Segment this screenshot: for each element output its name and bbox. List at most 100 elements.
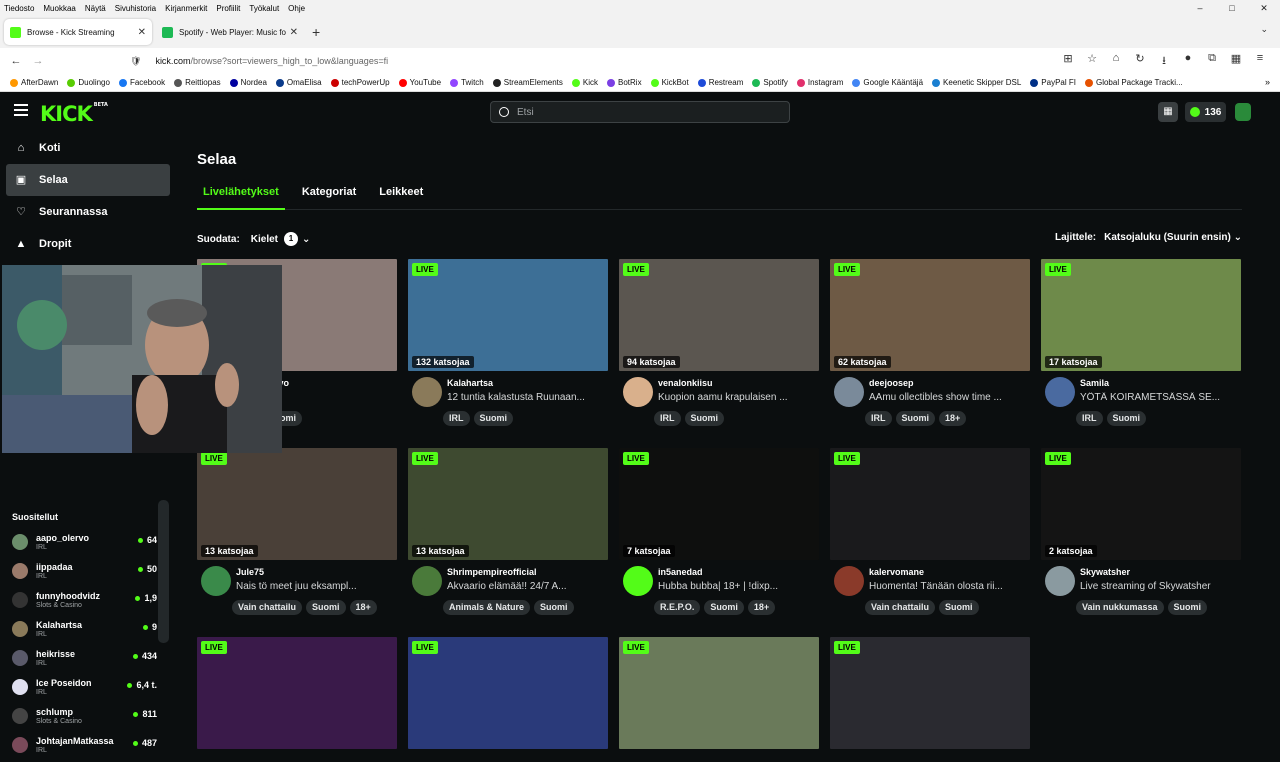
suggested-channel[interactable]: Kalahartsa IRL 9 xyxy=(12,617,157,646)
tag-chip[interactable]: Suomi xyxy=(306,600,346,615)
channel-name[interactable]: kalervomane xyxy=(869,567,924,577)
stream-thumbnail[interactable]: LIVE 17 katsojaa xyxy=(1041,259,1241,371)
stream-card[interactable]: LIVE 132 katsojaa Kalahartsa 12 tuntia kala… xyxy=(408,259,608,431)
tag-chip[interactable]: 18+ xyxy=(349,600,377,615)
bookmark-item[interactable]: Kick xyxy=(571,78,598,87)
reload-icon[interactable]: ↻ xyxy=(1128,52,1152,71)
tag-chip[interactable]: Suomi xyxy=(939,600,979,615)
stream-card[interactable]: LIVE xyxy=(408,637,608,749)
sidebar-item-drops[interactable]: ▲ Dropit xyxy=(6,228,170,260)
bookmark-item[interactable]: OmaElisa xyxy=(275,78,322,87)
menu-item-2[interactable]: Näytä xyxy=(85,4,106,13)
tag-chip[interactable]: Suomi xyxy=(895,411,936,426)
stream-card[interactable]: LIVE 17 katsojaa Samila YÖTÄ KOIRAMETSÄSSÄ … xyxy=(1041,259,1241,431)
stream-thumbnail[interactable]: LIVE 7 katsojaa xyxy=(619,448,819,560)
tag-chip[interactable]: 18+ xyxy=(939,411,967,426)
stream-card[interactable]: LIVE 62 katsojaa deejoosep AAmu ollectibles… xyxy=(830,259,1030,431)
language-filter-dropdown[interactable]: Kielet 1 ⌄ xyxy=(251,232,310,246)
stream-title[interactable]: Nais tö meet juu eksampl... xyxy=(236,581,396,592)
stream-thumbnail[interactable]: LIVE 94 katsojaa xyxy=(619,259,819,371)
tag-chip[interactable]: 18+ xyxy=(747,600,776,615)
suggested-channel[interactable]: Ice Poseidon IRL 6,4 t. xyxy=(12,675,157,704)
bookmark-item[interactable]: Facebook xyxy=(118,78,165,87)
stream-card[interactable]: LIVE 13 katsojaa Jule75 Nais tö meet juu ek… xyxy=(197,448,397,620)
bookmark-item[interactable]: Keenetic Skipper DSL xyxy=(932,78,1021,87)
bookmark-item[interactable]: techPowerUp xyxy=(330,78,390,87)
tag-chip[interactable]: Suomi xyxy=(1106,411,1147,426)
hamburger-menu-icon[interactable] xyxy=(14,104,28,116)
kick-logo[interactable]: KICK BETA xyxy=(40,102,108,126)
tag-chip[interactable]: Vain chattailu xyxy=(865,600,936,615)
star-icon[interactable]: ☆ xyxy=(1080,52,1104,71)
tab-0[interactable]: Livelähetykset xyxy=(197,180,285,210)
channel-avatar[interactable] xyxy=(412,566,442,596)
tag-chip[interactable]: Vain nukkumassa xyxy=(1076,600,1164,615)
sidebar-scrollbar[interactable] xyxy=(158,500,169,643)
back-icon[interactable]: ← xyxy=(8,55,24,67)
stream-card[interactable]: LIVE kalervomane Huomenta! Tänään olosta r… xyxy=(830,448,1030,620)
tag-chip[interactable]: Suomi xyxy=(1167,600,1208,615)
bookmark-item[interactable]: AfterDawn xyxy=(10,78,58,87)
menu-item-1[interactable]: Muokkaa xyxy=(43,4,75,13)
channel-name[interactable]: Kalahartsa xyxy=(447,378,493,388)
menu-item-5[interactable]: Profiilit xyxy=(216,4,240,13)
stream-thumbnail[interactable]: LIVE xyxy=(619,637,819,749)
tag-chip[interactable]: Suomi xyxy=(534,600,574,615)
bookmark-item[interactable]: StreamElements xyxy=(492,78,563,87)
channel-avatar[interactable] xyxy=(623,377,653,407)
address-bar[interactable]: 🛡 kick.com/browse?sort=viewers_high_to_l… xyxy=(130,52,1030,70)
stream-thumbnail[interactable]: LIVE 13 katsojaa xyxy=(408,448,608,560)
bookmark-item[interactable]: Instagram xyxy=(796,78,843,87)
stream-thumbnail[interactable]: LIVE xyxy=(830,448,1030,560)
bookmark-item[interactable]: Reittiopas xyxy=(174,78,221,87)
suggested-channel[interactable]: funnyhoodvidz Slots & Casino 1,9 xyxy=(12,588,157,617)
suggested-channel[interactable]: aapo_olervo IRL 64 xyxy=(12,530,157,559)
maximize-icon[interactable]: □ xyxy=(1216,0,1248,16)
stream-card[interactable]: LIVE xyxy=(197,637,397,749)
stream-title[interactable]: AAmu ollectibles show time ... xyxy=(869,392,1029,403)
channel-avatar[interactable] xyxy=(412,377,442,407)
tag-chip[interactable]: IRL xyxy=(654,411,681,426)
extensions-icon[interactable]: ⧉ xyxy=(1200,52,1224,71)
browser-tab[interactable]: Browse - Kick Streaming ✕ xyxy=(4,19,152,45)
bookmark-item[interactable]: Spotify xyxy=(752,78,788,87)
stream-thumbnail[interactable]: LIVE 13 katsojaa xyxy=(197,448,397,560)
bookmark-item[interactable]: Google Kääntäjä xyxy=(852,78,923,87)
channel-name[interactable]: Samila xyxy=(1080,378,1109,388)
bookmark-item[interactable]: YouTube xyxy=(398,78,441,87)
extension-icon[interactable]: ▦ xyxy=(1224,52,1248,71)
tag-chip[interactable]: IRL xyxy=(865,411,892,426)
new-tab-button[interactable]: + xyxy=(312,24,320,40)
channel-name[interactable]: in5anedad xyxy=(658,567,703,577)
stream-title[interactable]: Akvaario elämää!! 24/7 A... xyxy=(447,581,607,592)
tag-chip[interactable]: IRL xyxy=(443,411,470,426)
stream-thumbnail[interactable]: LIVE xyxy=(408,637,608,749)
channel-avatar[interactable] xyxy=(1045,377,1075,407)
suggested-channel[interactable]: schlump Slots & Casino 811 xyxy=(12,704,157,733)
stream-card[interactable]: LIVE xyxy=(619,637,819,749)
stream-card[interactable]: LIVE 13 katsojaa Shrimpempireofficial Akvaa… xyxy=(408,448,608,620)
profile-icon[interactable]: ● xyxy=(1176,52,1200,71)
bookmark-item[interactable]: Nordea xyxy=(229,78,267,87)
channel-avatar[interactable] xyxy=(834,377,864,407)
stream-thumbnail[interactable]: LIVE xyxy=(197,637,397,749)
channel-name[interactable]: Shrimpempireofficial xyxy=(447,567,537,577)
home-icon[interactable]: ⌂ xyxy=(1104,52,1128,71)
stream-title[interactable]: Kuopion aamu krapulaisen ... xyxy=(658,392,818,403)
stream-title[interactable]: Live streaming of Skywatsher xyxy=(1080,581,1240,592)
bookmark-item[interactable]: Global Package Tracki... xyxy=(1084,78,1183,87)
suggested-channel[interactable]: JohtajanMatkassa IRL 487 xyxy=(12,733,157,762)
layout-icon[interactable]: ▦ xyxy=(1158,102,1178,122)
close-tab-icon[interactable]: ✕ xyxy=(290,27,298,38)
stream-title[interactable]: Hubba bubba| 18+ | !dixp... xyxy=(658,581,818,592)
menu-icon[interactable]: ≡ xyxy=(1248,52,1272,71)
tag-chip[interactable]: Suomi xyxy=(704,600,744,615)
bookmark-item[interactable]: Restream xyxy=(697,78,743,87)
channel-avatar[interactable] xyxy=(201,566,231,596)
menu-item-4[interactable]: Kirjanmerkit xyxy=(165,4,207,13)
bookmarks-overflow-icon[interactable]: » xyxy=(1265,77,1270,87)
sort-dropdown[interactable]: Katsojaluku (Suurin ensin) ⌄ xyxy=(1104,232,1242,243)
channel-avatar[interactable] xyxy=(1045,566,1075,596)
stream-thumbnail[interactable]: LIVE 132 katsojaa xyxy=(408,259,608,371)
tab-1[interactable]: Kategoriat xyxy=(296,180,362,210)
